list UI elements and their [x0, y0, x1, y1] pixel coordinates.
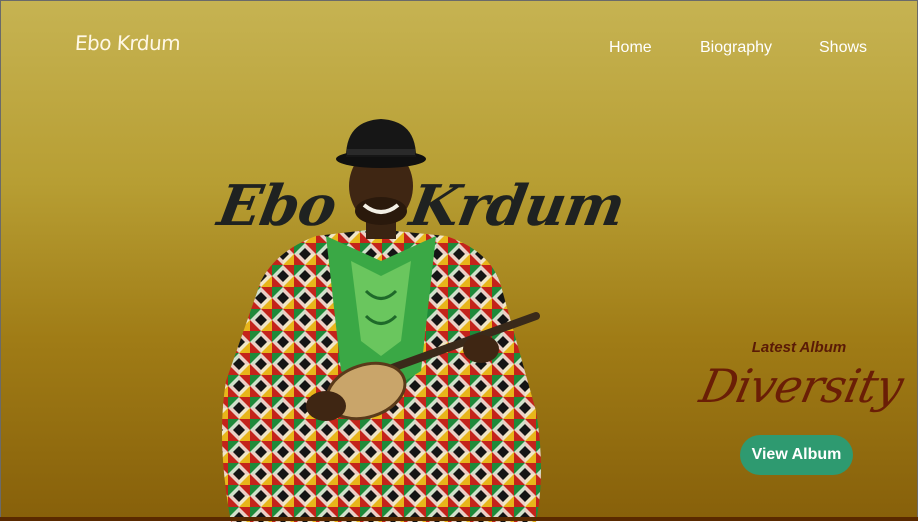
album-title: Diversity	[695, 359, 908, 413]
bottom-bar	[0, 517, 918, 521]
artist-first-name: Ebo	[213, 173, 342, 239]
nav-biography-link[interactable]: Biography	[700, 39, 772, 57]
nav-home-link[interactable]: Home	[609, 39, 652, 57]
album-label: Latest Album	[751, 339, 847, 356]
artist-last-name: Krdum	[405, 173, 630, 239]
latest-album-panel: Latest Album Diversity View Album	[695, 337, 907, 487]
main-nav: Home Biography Shows	[1, 39, 918, 59]
hero-section: Ebo Krdum Home Biography Shows Ebo Krdum…	[0, 0, 918, 522]
view-album-button[interactable]: View Album	[740, 435, 853, 475]
artist-name-title: Ebo Krdum	[207, 161, 629, 251]
nav-shows-link[interactable]: Shows	[819, 39, 867, 57]
